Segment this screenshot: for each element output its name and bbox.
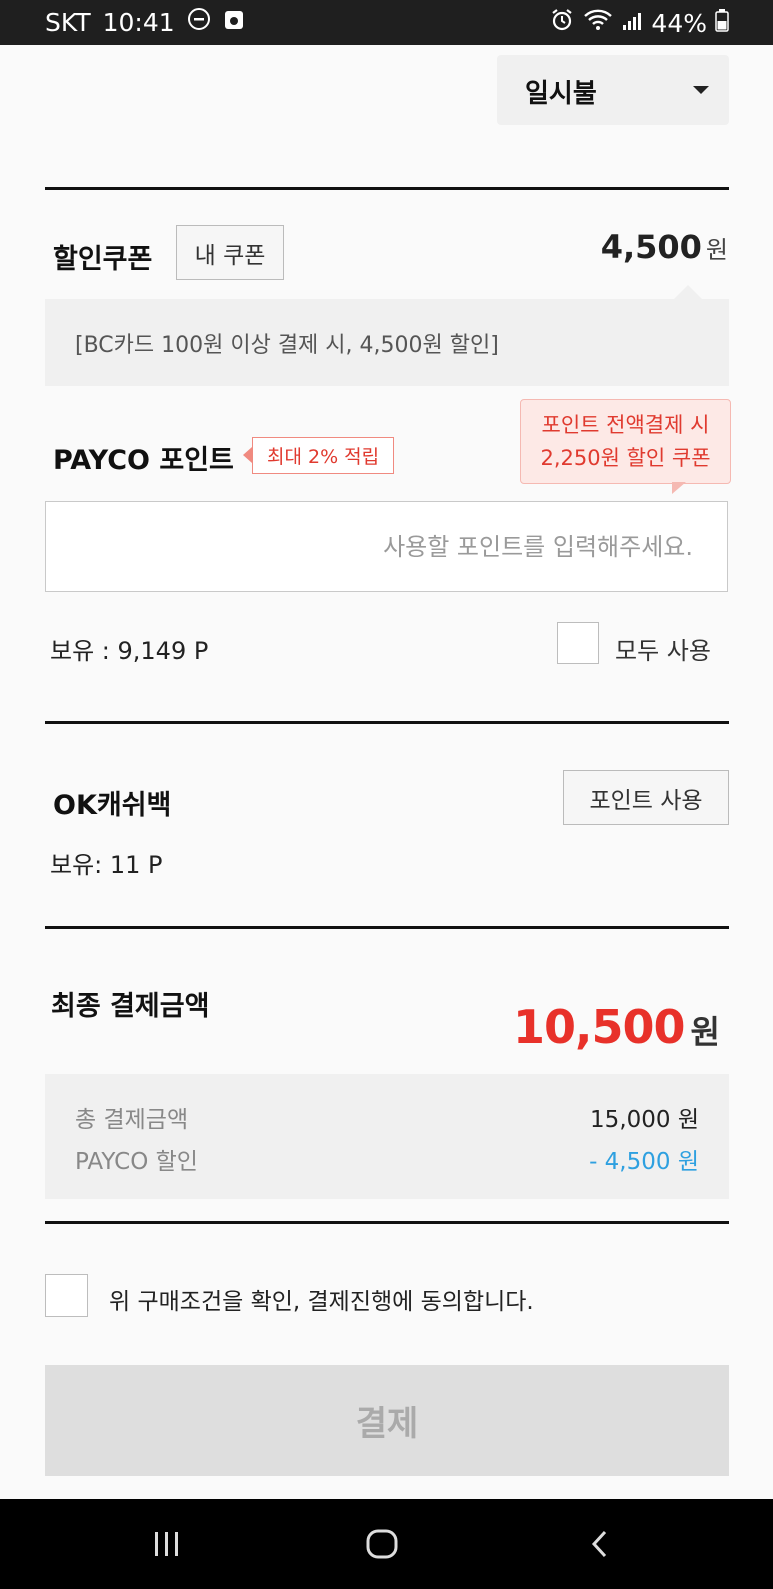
agreement-checkbox[interactable] <box>45 1274 88 1317</box>
chevron-down-icon <box>693 86 709 94</box>
final-amount-value: 10,500 <box>513 1000 686 1054</box>
coupon-amount: 4,500 원 <box>601 228 728 266</box>
ok-cashbag-balance: 보유: 11 P <box>50 851 163 879</box>
navigation-bar <box>0 1499 773 1589</box>
use-all-checkbox[interactable] <box>557 622 599 664</box>
payco-point-balance: 보유 : 9,149 P <box>50 637 209 665</box>
point-input-field[interactable] <box>45 501 728 592</box>
badge-pointer <box>243 447 252 463</box>
tooltip-line-2: 2,250원 할인 쿠폰 <box>540 446 711 470</box>
total-amount-label: 총 결제금액 <box>75 1107 189 1133</box>
installment-selected-value: 일시불 <box>525 79 597 109</box>
point-input[interactable] <box>46 502 727 591</box>
section-divider <box>45 721 729 724</box>
battery-icon <box>715 8 729 38</box>
coupon-amount-value: 4,500 <box>600 228 702 266</box>
tooltip-pointer <box>672 482 686 494</box>
coupon-description: [BC카드 100원 이상 결제 시, 4,500원 할인] <box>75 333 499 358</box>
alarm-icon <box>549 7 575 39</box>
ok-cashbag-use-point-button[interactable]: 포인트 사용 <box>563 770 729 825</box>
screenshot-icon <box>223 8 245 37</box>
wifi-icon <box>583 8 613 38</box>
coupon-box-pointer <box>674 285 702 299</box>
payco-discount-value: - 4,500 원 <box>589 1149 699 1175</box>
my-coupon-button[interactable]: 내 쿠폰 <box>176 225 284 280</box>
section-divider <box>45 1221 729 1224</box>
total-amount-value: 15,000 원 <box>590 1107 699 1133</box>
tooltip-line-1: 포인트 전액결제 시 <box>541 413 710 437</box>
coupon-amount-currency: 원 <box>705 236 728 264</box>
carrier-label: SKT <box>45 7 91 37</box>
final-amount-currency: 원 <box>690 1013 720 1051</box>
payco-point-title: PAYCO 포인트 <box>53 445 234 476</box>
section-divider <box>45 926 729 929</box>
do-not-disturb-icon <box>187 7 211 37</box>
recent-apps-icon[interactable] <box>152 1529 182 1563</box>
max-reward-badge: 최대 2% 적립 <box>252 437 395 474</box>
final-amount: 10,500 원 <box>513 1000 720 1054</box>
payment-summary-box: 총 결제금액 15,000 원 PAYCO 할인 - 4,500 원 <box>45 1074 729 1199</box>
point-full-payment-tooltip: 포인트 전액결제 시 2,250원 할인 쿠폰 <box>520 399 731 484</box>
use-all-label[interactable]: 모두 사용 <box>615 631 711 666</box>
back-icon[interactable] <box>589 1529 609 1563</box>
coupon-title: 할인쿠폰 <box>53 244 153 275</box>
ok-cashbag-title: OK캐쉬백 <box>53 790 172 821</box>
payco-discount-label: PAYCO 할인 <box>75 1149 198 1175</box>
status-bar: SKT 10:41 44% <box>0 0 773 45</box>
clock: 10:41 <box>102 7 175 37</box>
signal-icon <box>621 9 643 38</box>
battery-percent: 44% <box>651 8 707 38</box>
agreement-text[interactable]: 위 구매조건을 확인, 결제진행에 동의합니다. <box>109 1282 534 1316</box>
pay-button[interactable]: 결제 <box>45 1365 729 1476</box>
coupon-description-box: [BC카드 100원 이상 결제 시, 4,500원 할인] <box>45 299 729 386</box>
home-icon[interactable] <box>366 1529 398 1563</box>
section-divider <box>45 187 729 190</box>
installment-select[interactable]: 일시불 <box>497 55 729 125</box>
final-amount-title: 최종 결제금액 <box>51 991 210 1022</box>
